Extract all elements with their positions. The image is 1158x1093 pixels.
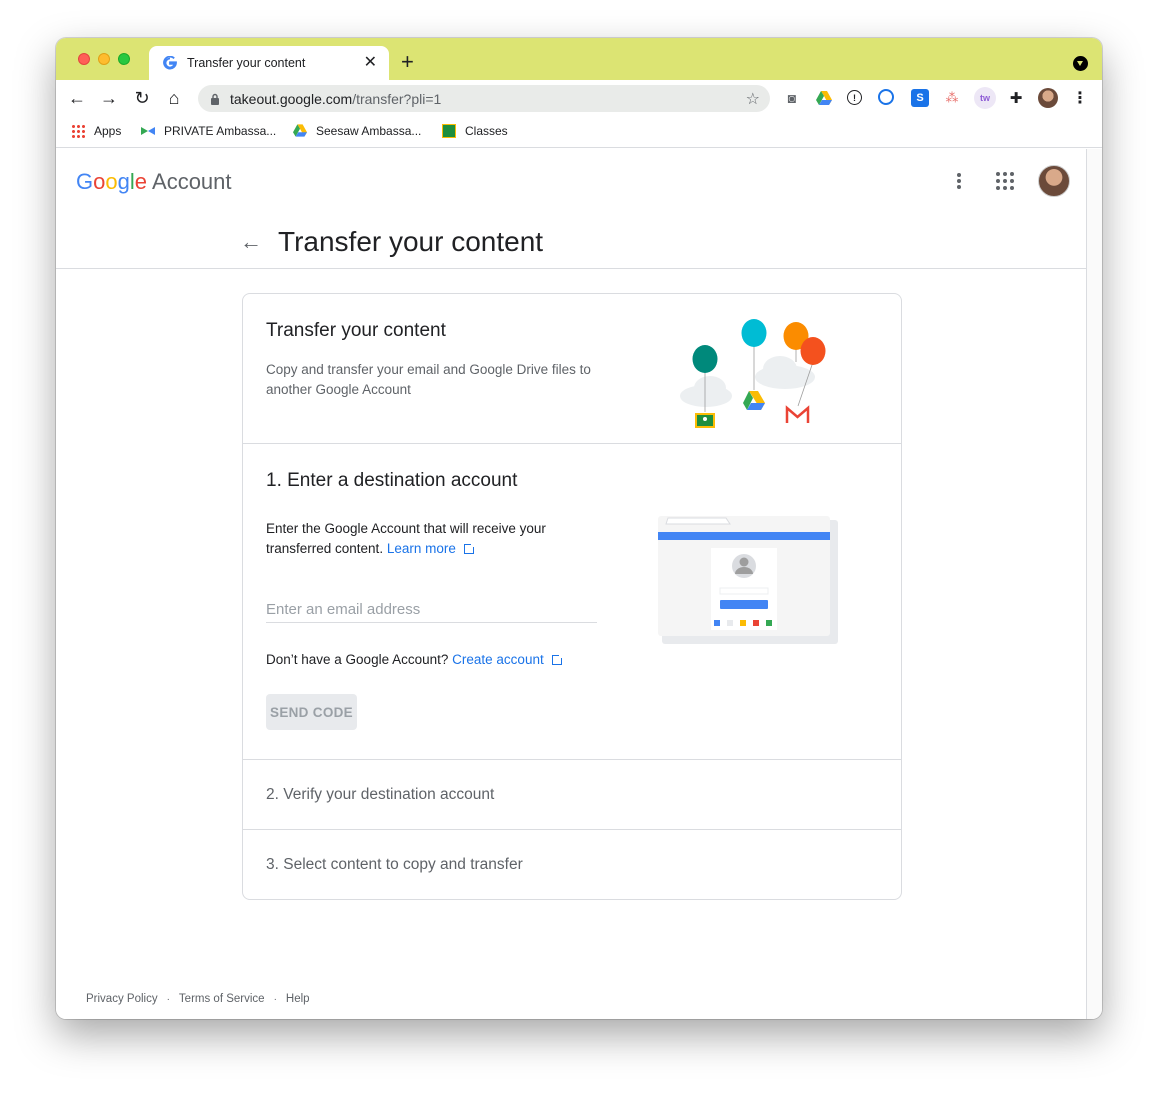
- bookmark-star-icon[interactable]: ☆: [746, 89, 760, 109]
- bookmarks-bar: Apps PRIVATE Ambassa... Seesaw Ambassa..…: [56, 116, 1102, 148]
- step2-section[interactable]: 2. Verify your destination account: [243, 760, 901, 830]
- browser-menu-icon[interactable]: ⋮: [1071, 89, 1089, 107]
- lock-icon: [211, 93, 219, 105]
- profile-avatar-icon[interactable]: [1038, 88, 1058, 108]
- intro-section: Transfer your content Copy and transfer …: [243, 294, 901, 444]
- browser-toolbar: ← → ↻ ⌂ takeout.google.com/transfer?pli=…: [56, 80, 1102, 116]
- logo-letter: e: [134, 169, 148, 194]
- external-link-icon: [463, 542, 476, 554]
- url-text: takeout.google.com/transfer?pli=1: [230, 90, 442, 107]
- extensions-puzzle-icon[interactable]: ✚: [1007, 89, 1025, 107]
- bookmark-private-ambassador[interactable]: PRIVATE Ambassa...: [141, 124, 276, 138]
- back-icon[interactable]: ←: [64, 80, 90, 116]
- asana-extension-icon[interactable]: ⁂: [943, 89, 961, 107]
- learn-more-link[interactable]: Learn more: [387, 541, 476, 556]
- grammar-extension-icon[interactable]: [878, 89, 894, 105]
- browser-window: Transfer your content ✕ + ← → ↻ ⌂ takeou…: [56, 38, 1102, 1019]
- close-tab-icon[interactable]: ✕: [364, 55, 377, 71]
- bowtie-icon: [141, 124, 155, 138]
- step1-section: 1. Enter a destination account Enter the…: [243, 444, 901, 760]
- forward-icon[interactable]: →: [96, 80, 122, 116]
- password-extension-icon[interactable]: !: [847, 90, 862, 105]
- back-arrow-icon[interactable]: ←: [240, 229, 262, 255]
- tab-title: Transfer your content: [187, 56, 306, 70]
- apps-grid-icon: [71, 124, 85, 138]
- page-content: Google Account ← Transfer your content T…: [56, 149, 1087, 1019]
- bookmark-apps[interactable]: Apps: [71, 124, 121, 138]
- page-footer: Privacy Policy · Terms of Service · Help: [86, 993, 310, 1005]
- tab-transfer-your-content[interactable]: Transfer your content ✕: [149, 46, 389, 80]
- logo-letter: o: [93, 169, 106, 194]
- footer-separator: ·: [273, 993, 277, 1005]
- footer-separator: ·: [166, 993, 170, 1005]
- tab-search-icon[interactable]: [1073, 56, 1088, 71]
- create-account-link[interactable]: Create account: [452, 652, 564, 667]
- page-header: ← Transfer your content: [56, 219, 1087, 269]
- google-classroom-icon: [442, 124, 456, 138]
- privacy-policy-link[interactable]: Privacy Policy: [86, 993, 158, 1005]
- intro-description: Copy and transfer your email and Google …: [266, 362, 591, 397]
- google-account-logo[interactable]: Google Account: [76, 169, 232, 195]
- page-title: Transfer your content: [278, 226, 544, 257]
- screencastify-extension-icon[interactable]: S: [911, 89, 929, 107]
- google-apps-icon[interactable]: [996, 172, 1014, 190]
- title-bar: Transfer your content ✕ +: [56, 38, 1102, 80]
- reload-icon[interactable]: ↻: [129, 80, 155, 116]
- address-bar[interactable]: takeout.google.com/transfer?pli=1 ☆: [198, 85, 770, 112]
- account-avatar[interactable]: [1038, 165, 1070, 197]
- help-link[interactable]: Help: [286, 993, 310, 1005]
- terms-of-service-link[interactable]: Terms of Service: [179, 993, 265, 1005]
- more-options-icon[interactable]: [949, 171, 969, 191]
- balloons-illustration: [680, 319, 826, 428]
- minimize-window-button[interactable]: [98, 53, 110, 65]
- intro-title: Transfer your content: [266, 320, 446, 341]
- transfer-card: Transfer your content Copy and transfer …: [242, 293, 902, 900]
- no-account-prompt: Don’t have a Google Account? Create acco…: [266, 652, 564, 667]
- logo-account-text: Account: [152, 169, 232, 194]
- logo-letter: G: [76, 169, 94, 194]
- step1-description: Enter the Google Account that will recei…: [266, 521, 546, 556]
- step3-section[interactable]: 3. Select content to copy and transfer: [243, 830, 901, 899]
- puzzle-tw-extension-icon[interactable]: tw: [974, 87, 996, 109]
- logo-letter: g: [117, 169, 130, 194]
- new-tab-button[interactable]: +: [401, 51, 414, 73]
- bookmark-classes[interactable]: Classes: [442, 124, 508, 138]
- step2-title: 2. Verify your destination account: [266, 786, 495, 803]
- google-drive-extension-icon[interactable]: [815, 89, 833, 107]
- logo-letter: o: [105, 169, 118, 194]
- google-favicon-icon: [163, 56, 177, 70]
- step3-title: 3. Select content to copy and transfer: [266, 856, 523, 873]
- step1-title: 1. Enter a destination account: [266, 470, 518, 491]
- maximize-window-button[interactable]: [118, 53, 130, 65]
- external-link-icon: [551, 653, 564, 665]
- home-icon[interactable]: ⌂: [161, 80, 187, 116]
- send-code-button[interactable]: SEND CODE: [266, 694, 357, 730]
- camera-extension-icon[interactable]: ◙: [783, 89, 801, 107]
- email-address-input[interactable]: [266, 597, 597, 623]
- google-drive-icon: [293, 124, 307, 138]
- account-browser-illustration: [658, 516, 838, 644]
- page-scrollbar[interactable]: [1087, 149, 1102, 1019]
- bookmark-seesaw-ambassador[interactable]: Seesaw Ambassa...: [293, 124, 421, 138]
- close-window-button[interactable]: [78, 53, 90, 65]
